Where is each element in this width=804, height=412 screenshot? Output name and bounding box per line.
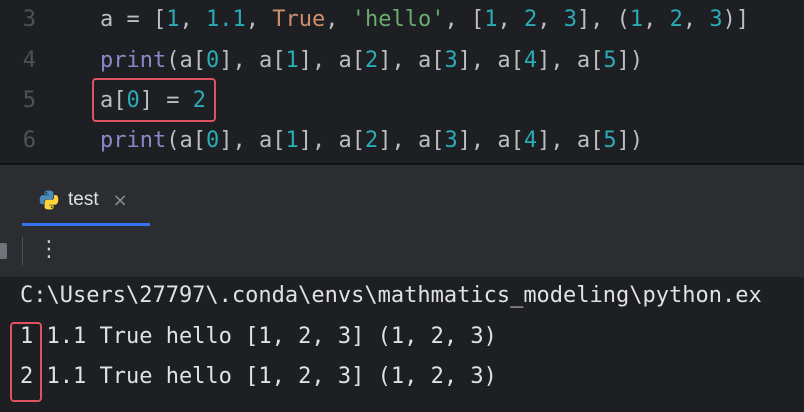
code-token: a[	[100, 88, 127, 113]
code-token: 0	[126, 88, 140, 113]
console-line: 1 1.1 True hello [1, 2, 3] (1, 2, 3)	[20, 324, 497, 349]
code-token: 4	[523, 48, 538, 73]
code-text[interactable]: a[0] = 2	[100, 81, 206, 121]
code-token: print	[100, 128, 167, 153]
code-token: ], (	[576, 7, 630, 32]
code-token: 5	[603, 128, 617, 153]
code-token: 1.1	[205, 7, 246, 32]
code-token: 1	[629, 7, 644, 32]
code-line[interactable]: 3 a = [1, 1.1, True, 'hello', [1, 2, 3],…	[0, 0, 804, 40]
code-token: ], a[	[537, 48, 604, 73]
code-token: 0	[205, 128, 220, 153]
code-token: ,	[497, 7, 524, 32]
code-token: (a[	[166, 128, 206, 153]
code-token: 1	[285, 48, 299, 73]
code-token: ])	[616, 48, 644, 73]
code-token: 2	[669, 7, 683, 32]
run-toolbar: ⋮	[0, 227, 804, 279]
code-token: )]	[722, 7, 750, 32]
code-token: ])	[616, 128, 644, 153]
code-token: 3	[444, 128, 458, 153]
code-text[interactable]: print(a[0], a[1], a[2], a[3], a[4], a[5]…	[100, 41, 643, 81]
console-line: C:\Users\27797\.conda\envs\mathmatics_mo…	[20, 283, 762, 308]
code-token: ], a[	[298, 48, 365, 73]
code-token: ], a[	[298, 128, 365, 153]
line-number: 3	[22, 7, 36, 32]
code-token: 0	[205, 48, 220, 73]
code-token: ,	[325, 7, 352, 32]
code-token: 2	[523, 7, 538, 32]
more-vertical-icon[interactable]: ⋮	[38, 233, 60, 267]
code-token: print	[100, 48, 167, 73]
code-token: ,	[179, 7, 206, 32]
run-tool-window: test × ⋮ C:\Users\27797\.conda\envs\math…	[0, 165, 804, 412]
code-token: 2	[192, 88, 206, 113]
code-token: ], a[	[378, 128, 445, 153]
tab-test[interactable]: test ×	[24, 173, 150, 227]
code-token: ], a[	[378, 48, 445, 73]
line-number: 6	[22, 128, 36, 153]
close-icon[interactable]: ×	[113, 190, 128, 211]
run-tab-bar: test ×	[0, 165, 804, 227]
code-token: 1	[285, 128, 299, 153]
code-token: 3	[444, 48, 458, 73]
active-tab-indicator	[22, 223, 150, 226]
python-icon	[38, 189, 60, 211]
code-text[interactable]: print(a[0], a[1], a[2], a[3], a[4], a[5]…	[100, 121, 643, 161]
code-token: 'hello'	[351, 7, 445, 32]
code-token: 1	[484, 7, 498, 32]
code-token: ], a[	[219, 48, 286, 73]
code-token: ], a[	[457, 48, 524, 73]
code-token: ] =	[139, 88, 193, 113]
code-token: , [	[444, 7, 485, 32]
code-token: ,	[643, 7, 670, 32]
code-token: ,	[537, 7, 564, 32]
console-line: 2 1.1 True hello [1, 2, 3] (1, 2, 3)	[20, 364, 497, 389]
console-output[interactable]: C:\Users\27797\.conda\envs\mathmatics_mo…	[0, 277, 804, 412]
code-token: 2	[364, 128, 379, 153]
code-token: ,	[682, 7, 710, 32]
code-token: 5	[603, 48, 617, 73]
code-token: ], a[	[219, 128, 286, 153]
code-token: 4	[523, 128, 538, 153]
code-token: True	[272, 7, 326, 32]
code-token: 2	[364, 48, 379, 73]
code-line[interactable]: 4 print(a[0], a[1], a[2], a[3], a[4], a[…	[0, 41, 804, 81]
code-token: 1	[166, 7, 180, 32]
code-editor[interactable]: 3 a = [1, 1.1, True, 'hello', [1, 2, 3],…	[0, 0, 804, 163]
toolbar-collapsed-marker[interactable]	[0, 243, 7, 259]
line-number: 5	[22, 88, 36, 113]
code-token: ], a[	[537, 128, 604, 153]
line-number: 4	[22, 48, 36, 73]
code-line[interactable]: 5 a[0] = 2	[0, 81, 804, 121]
code-token: a = [	[100, 7, 167, 32]
code-token: ], a[	[457, 128, 524, 153]
code-token: ,	[245, 7, 273, 32]
code-token: (a[	[166, 48, 206, 73]
toolbar-separator	[22, 237, 23, 265]
tab-label: test	[68, 189, 99, 210]
code-token: 3	[563, 7, 577, 32]
code-text[interactable]: a = [1, 1.1, True, 'hello', [1, 2, 3], (…	[100, 0, 749, 40]
code-token: 3	[709, 7, 723, 32]
code-line[interactable]: 6 print(a[0], a[1], a[2], a[3], a[4], a[…	[0, 121, 804, 161]
